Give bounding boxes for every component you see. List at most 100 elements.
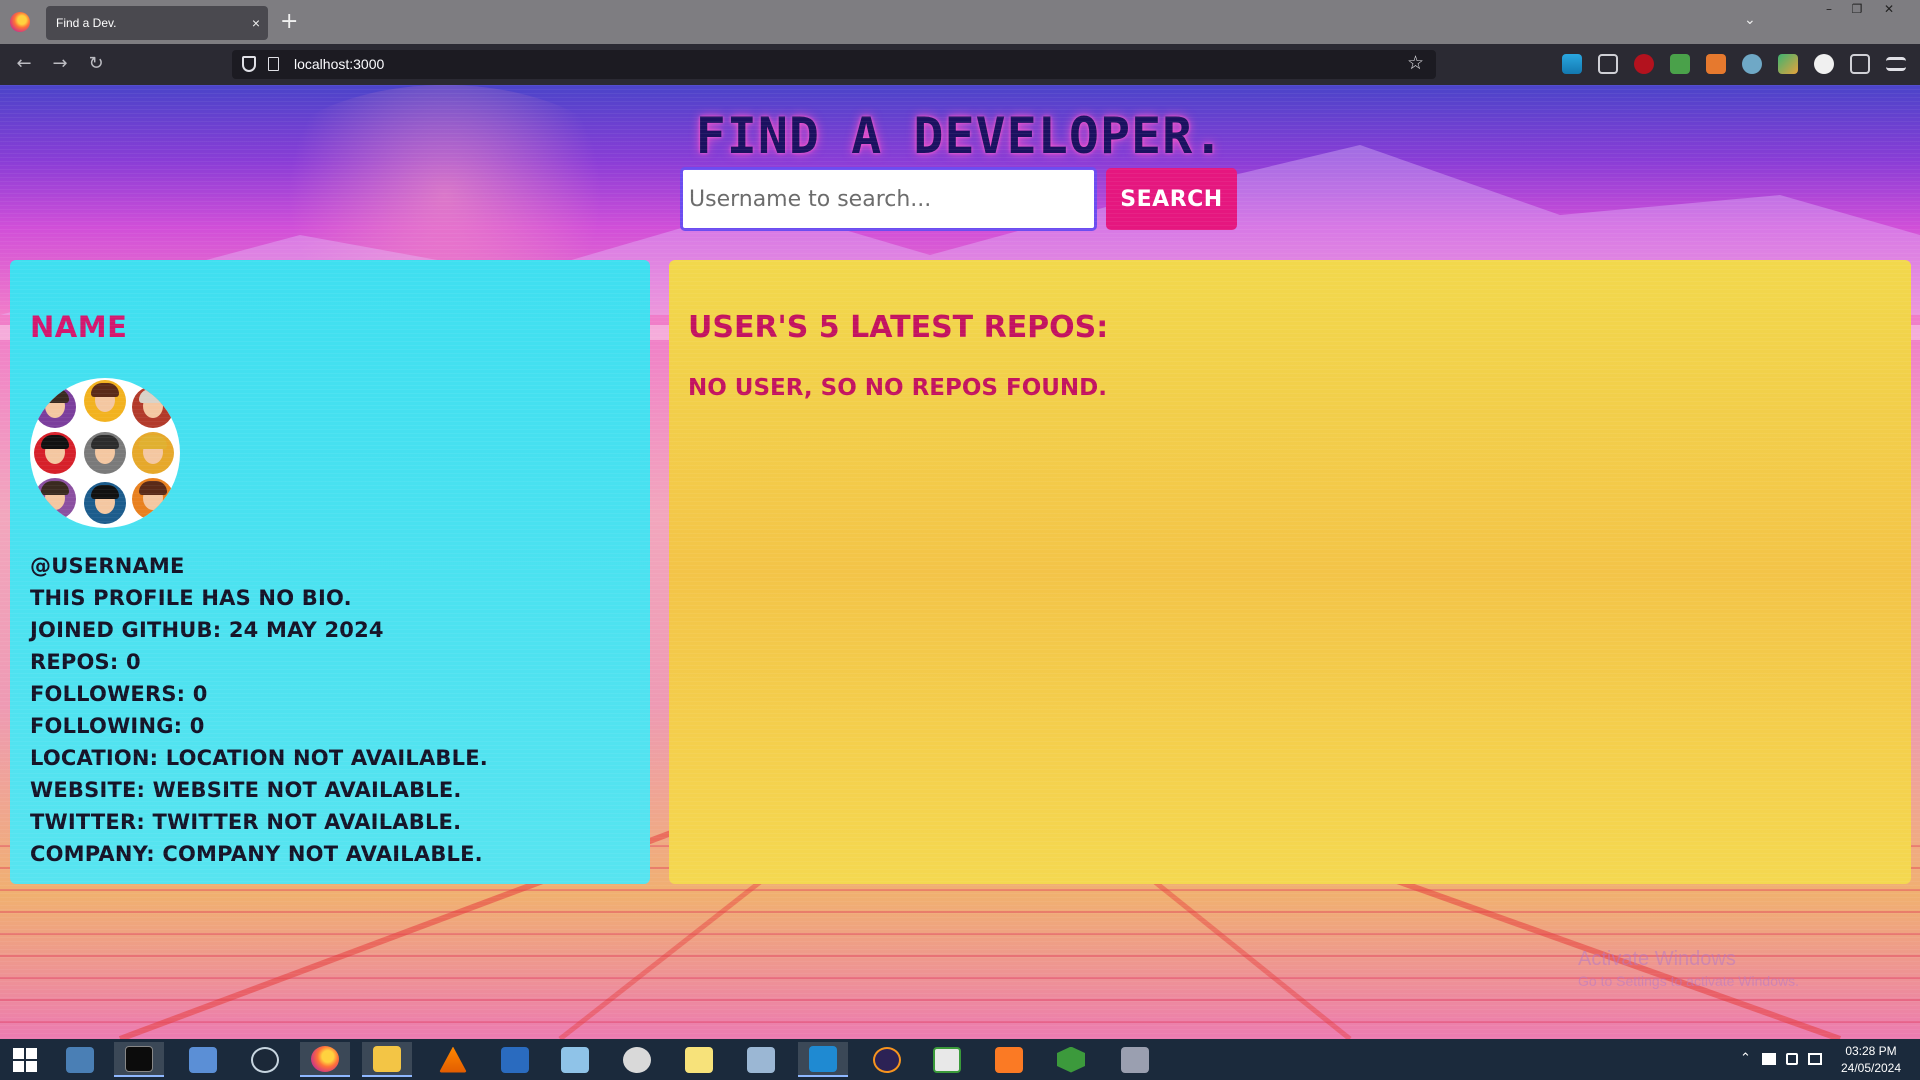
tab-find-a-dev[interactable]: Find a Dev. × <box>46 6 268 40</box>
profile-followers: Followers: 0 <box>30 682 208 706</box>
sticky-notes-icon <box>685 1046 713 1073</box>
taskbar-powershell[interactable] <box>490 1042 540 1077</box>
nodejs-icon <box>1057 1046 1085 1073</box>
taskbar-steam[interactable] <box>240 1042 290 1077</box>
network-icon[interactable] <box>1808 1053 1822 1065</box>
taskbar-remote-desktop[interactable] <box>55 1042 105 1077</box>
profile-card: Name @username This profile has no bio. … <box>10 260 650 884</box>
extension-glasses-icon[interactable] <box>1742 54 1762 74</box>
account-icon[interactable] <box>1814 54 1834 74</box>
taskbar-firefox[interactable] <box>300 1042 350 1077</box>
extension-green-icon[interactable] <box>1670 54 1690 74</box>
repos-heading: User's 5 latest repos: <box>688 310 1109 345</box>
page-viewport: Find a developer. Search Name @username … <box>0 85 1920 1039</box>
firefox-icon <box>311 1045 339 1072</box>
volume-icon[interactable] <box>1786 1053 1798 1065</box>
taskbar-file-explorer[interactable] <box>362 1042 412 1077</box>
avatar-face-2 <box>84 380 126 422</box>
extension-trash-icon[interactable] <box>1706 54 1726 74</box>
profile-info-list: @username This profile has no bio. Joine… <box>30 550 640 870</box>
back-button[interactable]: ← <box>12 52 36 76</box>
close-window-button[interactable]: ✕ <box>1874 0 1904 20</box>
snipping-tool-icon <box>623 1046 651 1073</box>
browser-nav-bar: ← → ↻ localhost:3000 ☆ <box>0 44 1920 85</box>
search-button[interactable]: Search <box>1106 168 1237 230</box>
profile-username: @username <box>30 554 185 578</box>
file-explorer-icon <box>373 1045 401 1072</box>
taskbar-control-panel[interactable] <box>178 1042 228 1077</box>
downloads-icon[interactable] <box>1562 54 1582 74</box>
windows-taskbar: ⌃ 03:28 PM 24/05/2024 <box>0 1039 1920 1080</box>
clock-date: 24/05/2024 <box>1840 1061 1902 1075</box>
minimize-button[interactable]: – <box>1814 0 1844 20</box>
restore-button[interactable]: ❐ <box>1842 0 1872 20</box>
xampp-icon <box>995 1046 1023 1073</box>
firefox-logo-icon <box>10 12 30 32</box>
taskbar-clock[interactable]: 03:28 PM 24/05/2024 <box>1826 1043 1916 1077</box>
avatar-face-3 <box>132 386 174 428</box>
taskbar-system-app[interactable] <box>1110 1042 1160 1077</box>
library-icon[interactable] <box>1598 54 1618 74</box>
profile-company: Company: Company not available. <box>30 842 483 866</box>
eclipse-icon <box>873 1046 901 1073</box>
profile-avatar <box>30 378 180 528</box>
windows-logo-icon <box>13 1047 37 1072</box>
vlc-icon <box>439 1046 467 1073</box>
close-tab-icon[interactable]: × <box>252 6 260 40</box>
extension-person-icon[interactable] <box>1778 54 1798 74</box>
taskbar-notes-app[interactable] <box>550 1042 600 1077</box>
ublock-origin-icon[interactable] <box>1634 54 1654 74</box>
new-tab-button[interactable]: + <box>280 8 298 36</box>
avatar-face-8 <box>84 482 126 524</box>
clock-time: 03:28 PM <box>1845 1044 1897 1058</box>
reload-button[interactable]: ↻ <box>84 52 108 76</box>
avatar-face-9 <box>132 478 174 520</box>
taskbar-eclipse[interactable] <box>862 1042 912 1077</box>
activate-windows-subtext: Go to Settings to activate Windows. <box>1578 973 1799 989</box>
avatar-face-1 <box>34 386 76 428</box>
taskbar-node[interactable] <box>1046 1042 1096 1077</box>
taskbar-sticky-notes[interactable] <box>674 1042 724 1077</box>
profile-name: Name <box>30 310 128 344</box>
page-info-icon[interactable] <box>268 57 279 71</box>
menu-hamburger-icon[interactable] <box>1886 57 1906 71</box>
address-bar[interactable]: localhost:3000 ☆ <box>232 50 1436 79</box>
system-app-icon <box>1121 1046 1149 1073</box>
extensions-puzzle-icon[interactable] <box>1850 54 1870 74</box>
browser-tab-bar: Find a Dev. × + ⌄ – ❐ ✕ <box>0 0 1920 44</box>
remote-desktop-icon <box>66 1046 94 1073</box>
list-tabs-chevron-icon[interactable]: ⌄ <box>1744 12 1756 28</box>
profile-joined: Joined GitHub: 24 May 2024 <box>30 618 384 642</box>
avatar-face-4 <box>34 432 76 474</box>
profile-bio: This profile has no bio. <box>30 586 352 610</box>
taskbar-calculator[interactable] <box>736 1042 786 1077</box>
activate-windows-watermark: Activate Windows <box>1578 948 1736 970</box>
steam-icon <box>251 1046 279 1073</box>
profile-location: Location: Location not available. <box>30 746 488 770</box>
calculator-icon <box>747 1046 775 1073</box>
tracking-protection-shield-icon[interactable] <box>242 56 256 72</box>
notes-icon <box>561 1046 589 1073</box>
taskbar-vlc[interactable] <box>428 1042 478 1077</box>
profile-website: Website: Website not available. <box>30 778 462 802</box>
taskbar-snipping-tool[interactable] <box>612 1042 662 1077</box>
avatar-face-7 <box>34 478 76 520</box>
taskbar-terminal[interactable] <box>114 1042 164 1077</box>
taskbar-vscode[interactable] <box>798 1042 848 1077</box>
forward-button[interactable]: → <box>48 52 72 76</box>
repos-card: User's 5 latest repos: No user, so no re… <box>669 260 1911 884</box>
vscode-icon <box>809 1045 837 1072</box>
username-search-input[interactable] <box>680 167 1097 231</box>
tray-overflow-icon[interactable]: ⌃ <box>1740 1051 1751 1066</box>
profile-following: Following: 0 <box>30 714 205 738</box>
control-panel-icon <box>189 1046 217 1073</box>
url-text[interactable]: localhost:3000 <box>294 56 384 72</box>
bookmark-star-icon[interactable]: ☆ <box>1407 52 1424 74</box>
start-button[interactable] <box>0 1042 50 1077</box>
profile-twitter: Twitter: Twitter not available. <box>30 810 462 834</box>
taskbar-xampp[interactable] <box>984 1042 1034 1077</box>
taskbar-chart-app[interactable] <box>922 1042 972 1077</box>
repos-empty-message: No user, so no repos found. <box>688 375 1107 401</box>
flag-notification-icon[interactable] <box>1762 1053 1776 1065</box>
profile-repos-count: Repos: 0 <box>30 650 141 674</box>
